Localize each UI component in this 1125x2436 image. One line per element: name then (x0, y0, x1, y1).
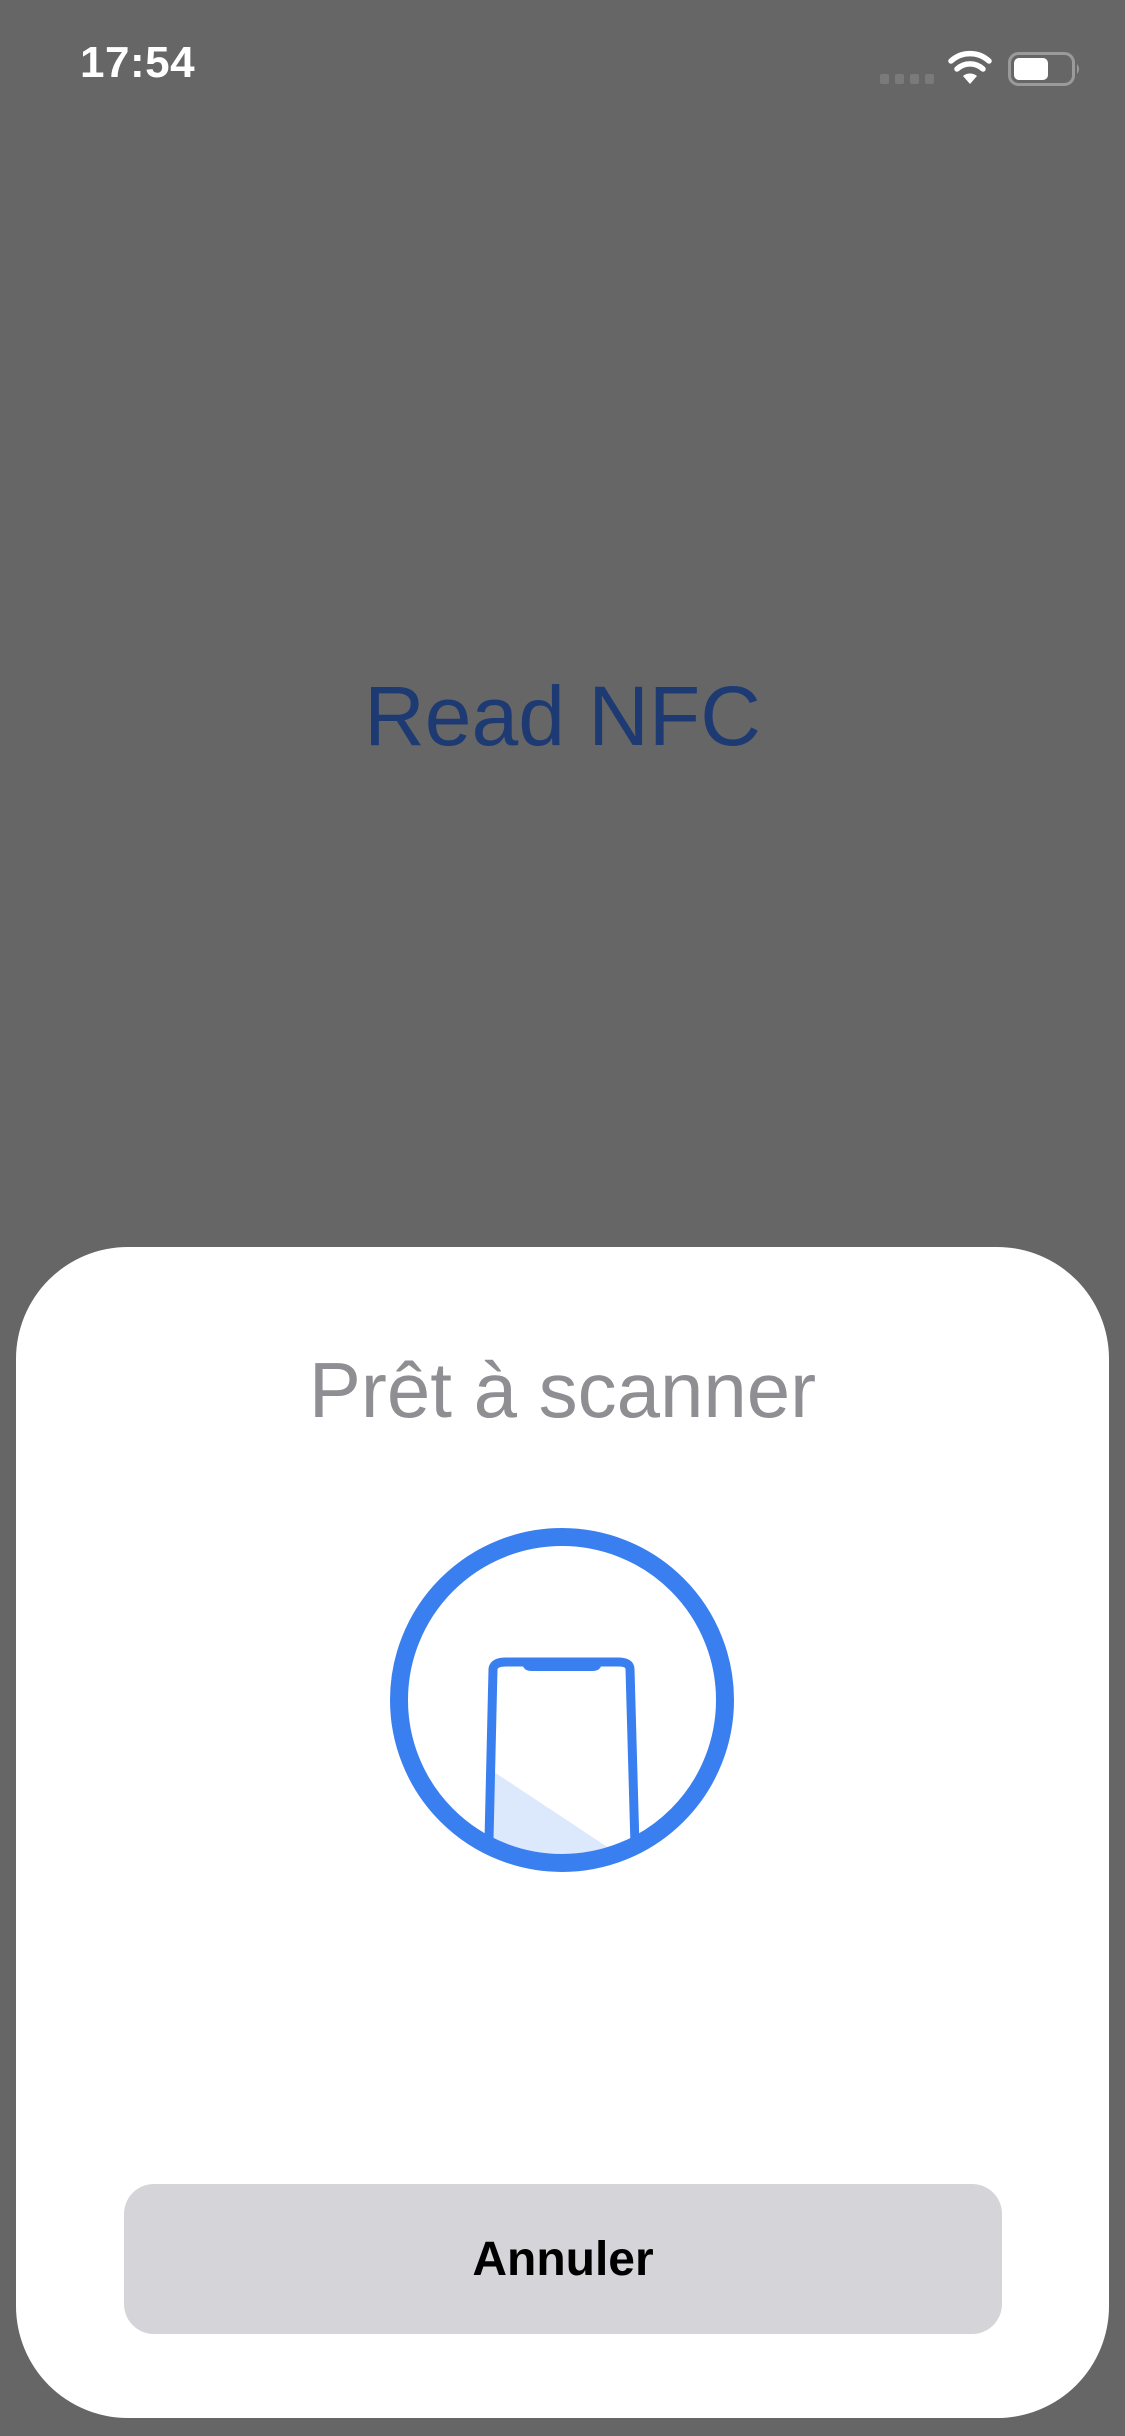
cancel-button[interactable]: Annuler (124, 2184, 1002, 2334)
phone-scan-icon (390, 1528, 734, 1872)
page-title: Read NFC (364, 669, 761, 763)
status-bar: 17:54 (0, 0, 1125, 140)
wifi-icon (948, 50, 992, 84)
scan-sheet-title: Prêt à scanner (308, 1346, 817, 1434)
nfc-scan-sheet: Prêt à scanner Annuler (16, 1247, 1109, 2418)
status-time: 17:54 (80, 38, 196, 87)
cellular-signal-icon (880, 74, 934, 84)
battery-icon (1008, 52, 1079, 86)
